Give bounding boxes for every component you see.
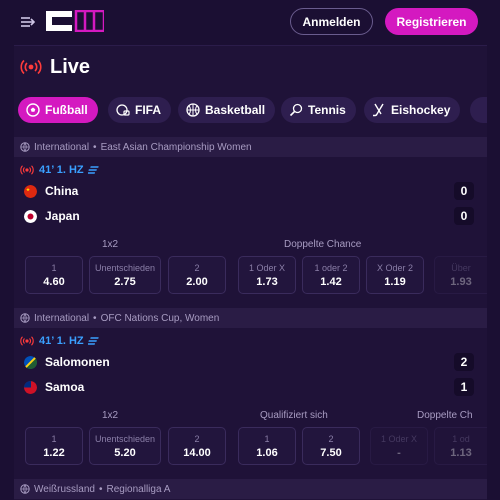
- league-header[interactable]: Weißrussland • Regionalliga A: [14, 479, 487, 499]
- solomon-islands-flag-icon: [24, 355, 37, 369]
- soccer-ball-icon: [26, 103, 40, 117]
- odd-button[interactable]: 2 2.00: [168, 256, 226, 294]
- brand-logo[interactable]: [46, 10, 104, 32]
- page-title: Live: [50, 55, 91, 78]
- tab-more[interactable]: [470, 97, 487, 123]
- odd-button[interactable]: 1 oder 2 1.42: [302, 256, 360, 294]
- score-away: 0: [454, 207, 474, 225]
- league-region: International: [34, 312, 90, 324]
- odd-button[interactable]: 2 7.50: [302, 427, 360, 465]
- odd-button[interactable]: 1 4.60: [25, 256, 83, 294]
- odd-button[interactable]: 1 Oder X-: [370, 427, 428, 465]
- gamepad-icon: [116, 104, 130, 116]
- league-region: Weißrussland: [34, 483, 95, 495]
- tab-tennis[interactable]: Tennis: [281, 97, 356, 123]
- live-broadcast-icon: [20, 165, 34, 175]
- league-name: East Asian Championship Women: [100, 141, 252, 153]
- market-title: Doppelte Ch: [417, 410, 473, 421]
- breadcrumb-separator: •: [93, 141, 97, 153]
- odd-button[interactable]: 1 1.22: [25, 427, 83, 465]
- odd-button[interactable]: Unentschieden 2.75: [89, 256, 161, 294]
- odd-button[interactable]: 2 14.00: [168, 427, 226, 465]
- odd-button[interactable]: X Oder 2 1.19: [366, 256, 424, 294]
- team-away[interactable]: Samoa: [24, 380, 84, 394]
- odd-button[interactable]: Über 1.93: [434, 256, 487, 294]
- tennis-racket-icon: [289, 103, 303, 117]
- odd-button[interactable]: Unentschieden 5.20: [89, 427, 161, 465]
- login-button[interactable]: Anmelden: [290, 8, 373, 35]
- score-home: 0: [454, 182, 474, 200]
- live-heading: Live: [20, 54, 90, 80]
- china-flag-icon: [24, 184, 37, 198]
- league-name: OFC Nations Cup, Women: [100, 312, 220, 324]
- app-frame: Anmelden Registrieren Live Fußball FIFA …: [14, 0, 487, 500]
- stats-bars-icon: [87, 337, 99, 345]
- globe-icon: [20, 484, 30, 494]
- match-time: 41’ 1. HZ: [20, 164, 100, 176]
- breadcrumb-separator: •: [93, 312, 97, 324]
- register-button[interactable]: Registrieren: [385, 8, 478, 35]
- league-name: Regionalliga A: [106, 483, 171, 495]
- stats-bars-icon: [87, 166, 99, 174]
- globe-icon: [20, 313, 30, 323]
- live-broadcast-icon: [20, 336, 34, 346]
- top-header: Anmelden Registrieren: [14, 0, 487, 46]
- japan-flag-icon: [24, 209, 37, 223]
- team-away[interactable]: Japan: [24, 209, 80, 223]
- market-title: Doppelte Chance: [284, 239, 362, 250]
- team-home[interactable]: China: [24, 184, 78, 198]
- sport-tabs: Fußball FIFA Basketball Tennis Eishockey: [18, 97, 487, 123]
- league-region: International: [34, 141, 90, 153]
- basketball-icon: [186, 103, 200, 117]
- market-title: 1x2: [102, 239, 119, 250]
- market-title: 1x2: [102, 410, 119, 421]
- hockey-stick-icon: [373, 103, 384, 117]
- samoa-flag-icon: [24, 380, 37, 394]
- live-broadcast-icon: [20, 59, 42, 75]
- team-home[interactable]: Salomonen: [24, 355, 110, 369]
- score-away: 1: [454, 378, 474, 396]
- tab-fifa[interactable]: FIFA: [108, 97, 171, 123]
- globe-icon: [20, 142, 30, 152]
- menu-arrow-icon[interactable]: [20, 13, 38, 31]
- league-header[interactable]: International • East Asian Championship …: [14, 137, 487, 157]
- score-home: 2: [454, 353, 474, 371]
- odd-button[interactable]: 1 1.06: [238, 427, 296, 465]
- league-header[interactable]: International • OFC Nations Cup, Women: [14, 308, 487, 328]
- tab-basketball[interactable]: Basketball: [178, 97, 276, 123]
- breadcrumb-separator: •: [98, 483, 103, 495]
- odd-button[interactable]: 1 od 1.13: [434, 427, 487, 465]
- market-title: Qualifiziert sich: [260, 410, 328, 421]
- tab-icehockey[interactable]: Eishockey: [364, 97, 461, 123]
- odd-button[interactable]: 1 Oder X 1.73: [238, 256, 296, 294]
- match-time: 41’ 1. HZ: [20, 335, 100, 347]
- tab-football[interactable]: Fußball: [18, 97, 98, 123]
